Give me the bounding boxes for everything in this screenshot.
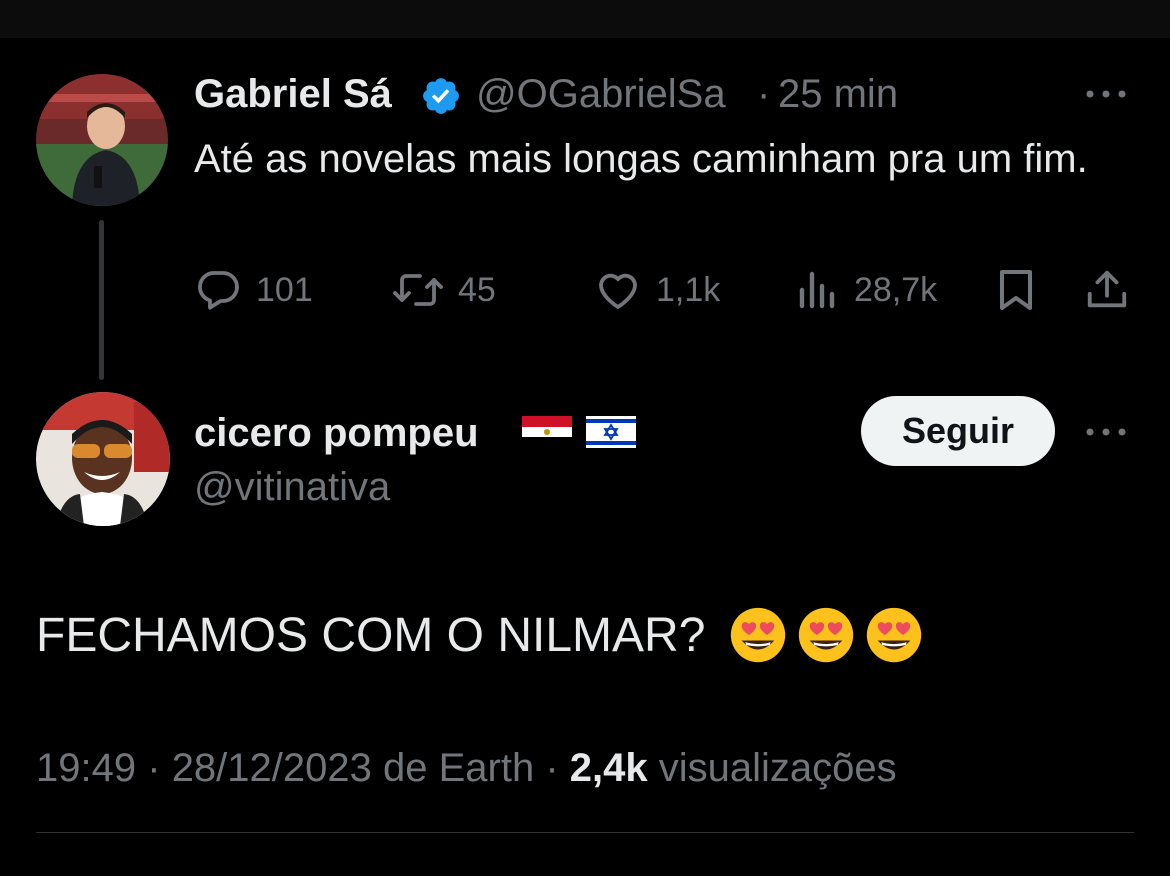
share-button[interactable]: [1084, 266, 1130, 314]
like-button[interactable]: 1,1k: [594, 266, 720, 314]
divider: [36, 832, 1134, 833]
views-count: 2,4k: [569, 746, 648, 790]
reply-icon: [198, 271, 239, 310]
author-name[interactable]: cicero pompeu: [194, 411, 479, 456]
heart-eyes-emoji-icon: [867, 607, 922, 663]
views-count: 28,7k: [854, 270, 938, 309]
author-handle[interactable]: @OGabrielSa: [476, 72, 726, 117]
heart-eyes-emoji-icon: [799, 607, 854, 663]
bookmark-icon: [1000, 270, 1032, 310]
retweet-count: 45: [458, 270, 496, 309]
israel-flag-icon: [586, 416, 636, 448]
thread-connector-line: [99, 220, 104, 380]
follow-button[interactable]: Seguir: [861, 396, 1055, 466]
tweet-text-row: FECHAMOS COM O NILMAR?: [36, 606, 923, 664]
tweet-date-source[interactable]: 28/12/2023 de Earth: [172, 746, 535, 790]
retweet-icon: [393, 274, 443, 306]
tweet-text: FECHAMOS COM O NILMAR?: [36, 608, 706, 662]
heart-eyes-emoji-icon: [731, 607, 786, 663]
retweet-button[interactable]: 45: [392, 266, 496, 314]
avatar[interactable]: [36, 74, 168, 206]
tweet-text: Até as novelas mais longas caminham pra …: [194, 137, 1088, 181]
more-options-icon[interactable]: [1084, 422, 1128, 442]
separator-dot: ·: [545, 746, 559, 790]
top-bar: [0, 0, 1170, 38]
tweet-time[interactable]: 19:49: [36, 746, 136, 790]
heart-icon: [599, 273, 637, 309]
timestamp[interactable]: 25 min: [778, 72, 898, 117]
author-handle[interactable]: @vitinativa: [194, 465, 390, 510]
separator-dot: ·: [757, 72, 771, 116]
emoji-group: [719, 606, 923, 664]
bookmark-button[interactable]: [996, 266, 1036, 314]
reply-count: 101: [256, 270, 313, 309]
views-label: visualizações: [658, 746, 897, 790]
analytics-icon: [799, 271, 835, 309]
reply-button[interactable]: 101: [194, 266, 313, 314]
author-name[interactable]: Gabriel Sá: [194, 72, 392, 117]
tweet-meta: 19:49 · 28/12/2023 de Earth · 2,4k visua…: [36, 746, 897, 791]
like-count: 1,1k: [656, 270, 721, 309]
share-icon: [1087, 270, 1127, 308]
more-options-icon[interactable]: [1084, 84, 1128, 104]
views-button[interactable]: 28,7k: [796, 266, 937, 314]
separator-dot: ·: [147, 746, 161, 790]
verified-badge-icon: [423, 78, 459, 114]
egypt-flag-icon: [522, 416, 572, 448]
avatar[interactable]: [36, 392, 170, 526]
